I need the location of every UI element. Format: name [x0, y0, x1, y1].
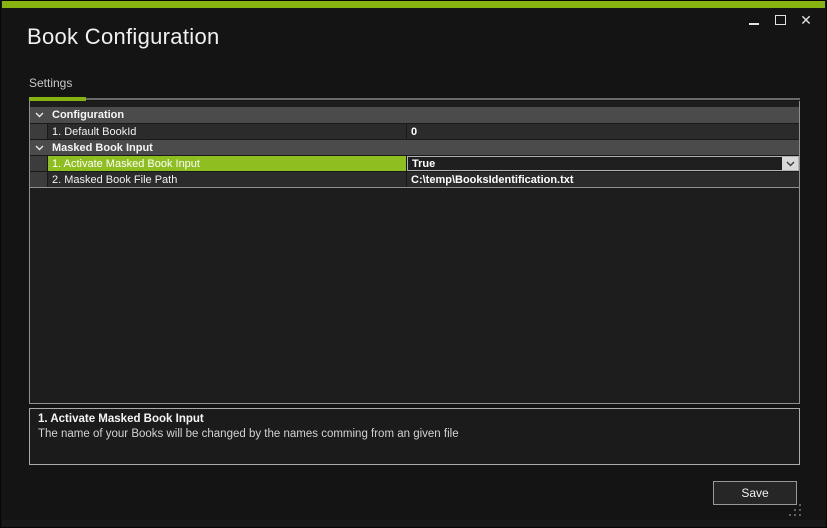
property-help-panel: 1. Activate Masked Book Input The name o… — [29, 408, 800, 465]
property-row-default-bookid[interactable]: 1. Default BookId 0 — [30, 123, 799, 139]
property-name: 2. Masked Book File Path — [48, 172, 407, 187]
category-row-configuration[interactable]: Configuration — [30, 107, 799, 123]
book-configuration-window: ✕ Book Configuration Settings Configurat… — [0, 0, 827, 528]
window-bottom-edge — [2, 520, 825, 527]
help-description: The name of your Books will be changed b… — [38, 427, 791, 441]
save-button[interactable]: Save — [713, 481, 797, 505]
property-value[interactable]: 0 — [407, 124, 799, 139]
resize-grip[interactable] — [789, 504, 801, 516]
tab-settings[interactable]: Settings — [29, 76, 72, 90]
minimize-icon — [749, 23, 759, 25]
property-value-dropdown[interactable]: True — [407, 156, 799, 171]
property-row-activate-masked-book-input[interactable]: 1. Activate Masked Book Input True — [30, 155, 799, 171]
property-grid-rows: Configuration 1. Default BookId 0 Masked… — [30, 107, 799, 188]
chevron-down-icon — [35, 112, 44, 118]
property-grid-empty-area — [30, 188, 799, 403]
property-row-masked-book-file-path[interactable]: 2. Masked Book File Path C:\temp\BooksId… — [30, 171, 799, 187]
maximize-button[interactable] — [770, 10, 790, 30]
category-row-masked-book-input[interactable]: Masked Book Input — [30, 139, 799, 155]
close-icon: ✕ — [800, 13, 812, 27]
property-name: 1. Activate Masked Book Input — [48, 156, 407, 171]
tabstrip-divider — [29, 98, 800, 100]
chevron-down-icon — [35, 145, 44, 151]
maximize-icon — [775, 15, 786, 25]
page-title: Book Configuration — [27, 24, 220, 50]
category-label: Masked Book Input — [48, 140, 153, 155]
expander-cell[interactable] — [30, 140, 48, 155]
dropdown-selected-value: True — [412, 158, 435, 170]
category-label: Configuration — [48, 107, 124, 123]
close-button[interactable]: ✕ — [796, 10, 816, 30]
titlebar-controls: ✕ — [744, 10, 816, 30]
property-name: 1. Default BookId — [48, 124, 407, 139]
window-accent-bar — [2, 1, 825, 8]
minimize-button[interactable] — [744, 10, 764, 30]
row-gutter — [30, 156, 48, 171]
dropdown-button[interactable] — [782, 157, 798, 171]
property-value[interactable]: C:\temp\BooksIdentification.txt — [407, 172, 799, 187]
row-gutter — [30, 172, 48, 187]
row-gutter — [30, 124, 48, 139]
expander-cell[interactable] — [30, 107, 48, 123]
property-grid: Configuration 1. Default BookId 0 Masked… — [29, 101, 800, 404]
help-title: 1. Activate Masked Book Input — [38, 412, 791, 427]
chevron-down-icon — [786, 161, 795, 167]
